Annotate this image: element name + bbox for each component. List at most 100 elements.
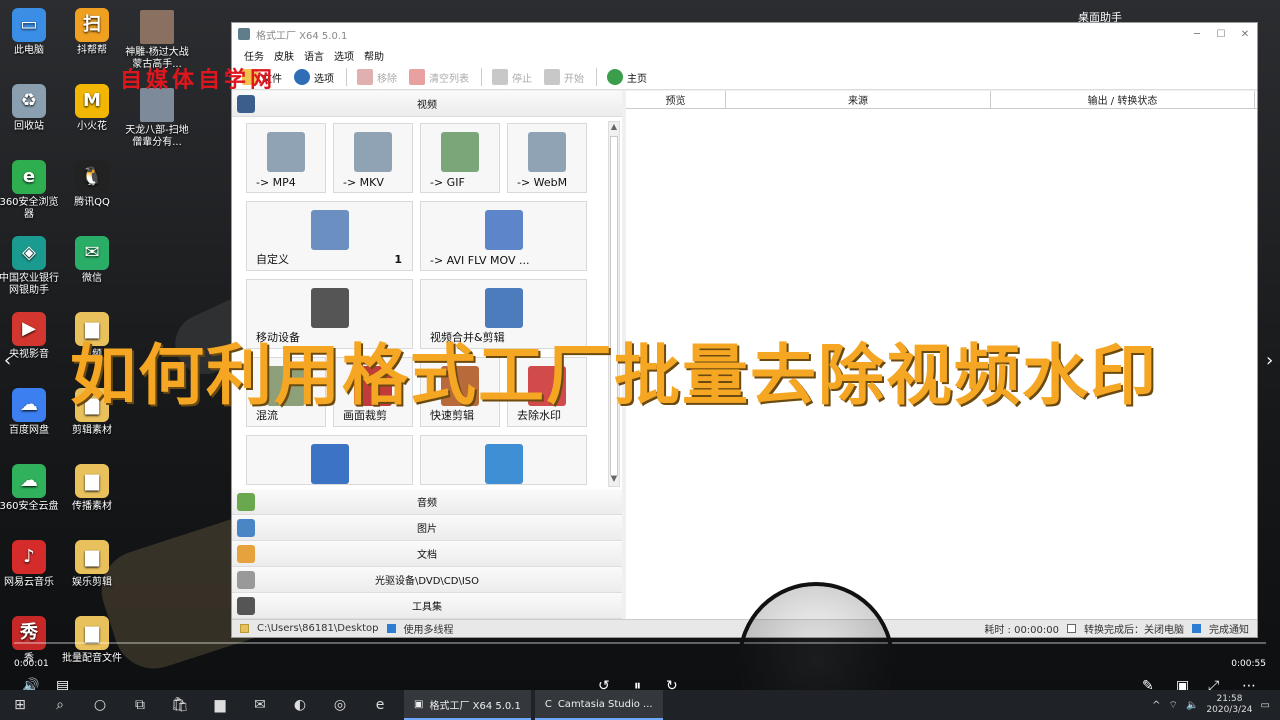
tile-4[interactable]: 自定义 1 <box>246 201 413 271</box>
desktop-icon[interactable]: ▆ 传播素材 <box>59 464 125 513</box>
tile-1[interactable]: -> MKV <box>333 123 413 193</box>
desktop-icon[interactable]: ◈ 中国农业银行网银助手 <box>0 236 62 297</box>
windows-start-icon[interactable]: ⊞ <box>0 690 40 720</box>
category-video[interactable]: 视频 <box>232 91 622 117</box>
desktop-icon[interactable]: ☁ 百度网盘 <box>0 388 62 437</box>
clock[interactable]: 21:58 2020/3/24 <box>1206 694 1252 716</box>
scroll-down-icon[interactable]: ▼ <box>609 474 619 486</box>
speaker-icon[interactable]: 🔈 <box>1186 700 1198 711</box>
column-preview[interactable]: 预览 <box>626 91 726 108</box>
menu-options[interactable]: 选项 <box>334 48 354 63</box>
minimize-icon[interactable]: ─ <box>1185 29 1209 40</box>
column-source[interactable]: 来源 <box>726 91 991 108</box>
tile-label: -> MKV <box>343 176 384 189</box>
mail-icon[interactable]: ✉ <box>240 690 280 720</box>
desktop-icon[interactable]: e 360安全浏览器 <box>0 160 62 221</box>
system-tray: ^ ⌔ 🔈 21:58 2020/3/24 ▭ <box>1152 694 1280 716</box>
category-1[interactable]: 图片 <box>232 515 622 541</box>
options-button[interactable]: 选项 <box>294 69 334 85</box>
desktop-icon[interactable]: M 小火花 <box>59 84 125 133</box>
chrome-icon[interactable]: ◎ <box>320 690 360 720</box>
video-tile-grid: ▲ ▼ -> MP4 -> MKV -> GIF -> WebM 自定义 1 -> AVI … <box>232 117 622 489</box>
music-icon <box>237 493 255 511</box>
app-icon: ✉ <box>75 236 109 270</box>
desktop-icon[interactable]: 扫抖帮帮 <box>59 8 125 57</box>
tile-scrollbar[interactable]: ▲ ▼ <box>608 121 620 487</box>
tile-13[interactable] <box>420 435 587 485</box>
ie-icon[interactable]: e <box>360 690 400 720</box>
clear-list-button[interactable]: 清空列表 <box>409 69 469 85</box>
window-titlebar: 格式工厂 X64 5.0.1 ─ ☐ ✕ <box>232 23 1257 45</box>
desktop-icon[interactable]: ♻ 回收站 <box>0 84 62 133</box>
stop-icon <box>492 69 508 85</box>
desktop-icon[interactable]: 🐧 腾讯QQ <box>59 160 125 209</box>
browser-icon[interactable]: ◐ <box>280 690 320 720</box>
stop-button[interactable]: 停止 <box>492 69 532 85</box>
maximize-icon[interactable]: ☐ <box>1209 29 1233 40</box>
tile-label: 自定义 <box>256 253 289 266</box>
shutdown-checkbox[interactable] <box>1067 624 1076 633</box>
desktop-icon-label: 小火花 <box>77 121 107 132</box>
desktop-file-video-2[interactable]: 天龙八部-扫地僧輩分有... <box>122 88 192 149</box>
film-icon <box>237 95 255 113</box>
next-arrow-icon[interactable]: › <box>1266 350 1273 371</box>
scroll-thumb[interactable] <box>610 136 618 476</box>
desktop-icon[interactable]: ✉ 微信 <box>59 236 125 285</box>
search-icon[interactable]: ⌕ <box>40 690 80 720</box>
menu-help[interactable]: 帮助 <box>364 48 384 63</box>
category-video-label: 视频 <box>417 100 437 111</box>
category-4[interactable]: 工具集 <box>232 593 622 619</box>
notify-checkbox[interactable] <box>1192 624 1201 633</box>
network-icon[interactable]: ⌔ <box>1169 699 1178 712</box>
desktop-icon-label: 娱乐剪辑 <box>72 577 112 588</box>
video-player-bar: 0:00:01 0:00:55 🔊 ▤ ↺ ⏸ ↻ ✎ ▣ ⤢ ⋯ <box>0 642 1280 694</box>
prev-arrow-icon[interactable]: ‹ <box>4 350 11 371</box>
notification-icon[interactable]: ▭ <box>1261 700 1270 711</box>
column-output-status[interactable]: 输出 / 转换状态 <box>991 91 1255 108</box>
output-path[interactable]: C:\Users\86181\Desktop <box>257 623 379 634</box>
app-icon: ▭ <box>12 8 46 42</box>
category-label: 工具集 <box>412 602 442 613</box>
tile-label: -> AVI FLV MOV ... <box>430 254 530 267</box>
camtasia-icon: C <box>544 698 552 710</box>
category-0[interactable]: 音频 <box>232 489 622 515</box>
tile-12[interactable] <box>246 435 413 485</box>
tile-5[interactable]: -> AVI FLV MOV ... <box>420 201 587 271</box>
remove-icon <box>357 69 373 85</box>
desktop-icon-label: 中国农业银行网银助手 <box>0 273 59 296</box>
remove-button-label: 移除 <box>377 73 397 85</box>
desktop-icon-label: 传播素材 <box>72 501 112 512</box>
clock-date: 2020/3/24 <box>1206 705 1253 715</box>
taskbar-app-camtasia[interactable]: C Camtasia Studio ... <box>534 690 663 720</box>
task-view-icon[interactable]: ⧉ <box>120 690 160 720</box>
taskbar-app-format-factory[interactable]: ▣ 格式工厂 X64 5.0.1 <box>404 690 531 720</box>
video-thumbnail-icon <box>140 10 174 44</box>
menu-skin[interactable]: 皮肤 <box>274 48 294 63</box>
desktop-icon[interactable]: ▭ 此电脑 <box>0 8 62 57</box>
tile-0[interactable]: -> MP4 <box>246 123 326 193</box>
category-3[interactable]: 光驱设备\DVD\CD\ISO <box>232 567 622 593</box>
desktop-icon[interactable]: ☁ 360安全云盘 <box>0 464 62 513</box>
menu-task[interactable]: 任务 <box>244 48 264 63</box>
desktop-icon[interactable]: ♪ 网易云音乐 <box>0 540 62 589</box>
options-button-label: 选项 <box>314 73 334 85</box>
format-icon <box>484 210 523 250</box>
close-icon[interactable]: ✕ <box>1233 29 1257 40</box>
menubar: 任务 皮肤 语言 选项 帮助 <box>232 45 1257 65</box>
desktop-icon[interactable]: ▆ 娱乐剪辑 <box>59 540 125 589</box>
chevron-up-icon[interactable]: ^ <box>1152 700 1160 711</box>
cortana-icon[interactable]: ○ <box>80 690 120 720</box>
tile-2[interactable]: -> GIF <box>420 123 500 193</box>
format-icon <box>267 132 305 172</box>
remove-button[interactable]: 移除 <box>357 69 397 85</box>
start-button[interactable]: 开始 <box>544 69 584 85</box>
home-button[interactable]: 主页 <box>607 69 647 85</box>
explorer-icon[interactable]: ▆ <box>200 690 240 720</box>
category-2[interactable]: 文档 <box>232 541 622 567</box>
progress-bar[interactable] <box>14 642 1266 644</box>
store-icon[interactable]: 🛍 <box>160 690 200 720</box>
menu-language[interactable]: 语言 <box>304 48 324 63</box>
scroll-up-icon[interactable]: ▲ <box>609 122 619 134</box>
multithread-checkbox[interactable] <box>386 624 396 633</box>
tile-3[interactable]: -> WebM <box>507 123 587 193</box>
